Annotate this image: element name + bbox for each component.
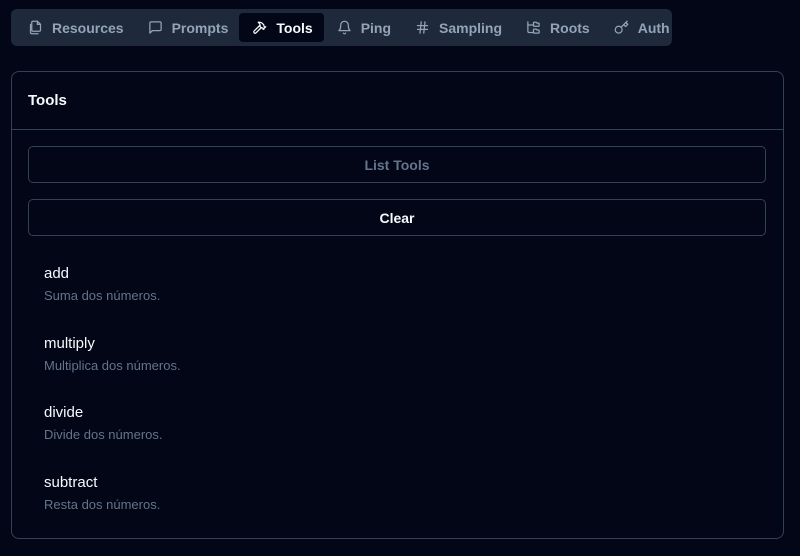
tool-name: multiply <box>44 334 95 352</box>
hash-icon <box>415 20 430 35</box>
tab-tools[interactable]: Tools <box>239 13 324 42</box>
message-square-icon <box>148 20 163 35</box>
hammer-icon <box>252 20 267 35</box>
tools-panel: Tools List Tools Clear add Suma dos núme… <box>11 71 784 539</box>
tool-name: subtract <box>44 473 98 491</box>
tab-label: Ping <box>360 19 392 36</box>
panel-title: Tools <box>12 72 783 130</box>
tab-auth[interactable]: Auth <box>601 13 681 42</box>
tool-item-subtract[interactable]: subtract Resta dos números. <box>44 473 181 543</box>
key-icon <box>614 20 629 35</box>
tool-description: Resta dos números. <box>44 496 161 512</box>
tab-label: Sampling <box>439 19 503 36</box>
tool-description: Divide dos números. <box>44 427 163 442</box>
tool-description: Suma dos números. <box>44 288 161 303</box>
tool-name: divide <box>44 404 84 421</box>
tab-label: Roots <box>550 19 590 36</box>
list-tools-button[interactable]: List Tools <box>28 146 766 183</box>
tab-label: Auth <box>637 19 670 36</box>
files-icon <box>28 20 43 35</box>
tool-name: add <box>44 265 70 282</box>
tool-item-add[interactable]: add Suma dos números. <box>44 264 181 334</box>
folder-tree-icon <box>526 20 541 35</box>
tool-item-divide[interactable]: divide Divide dos números. <box>44 403 181 473</box>
tab-resources[interactable]: Resources <box>15 13 135 42</box>
tab-sampling[interactable]: Sampling <box>402 13 513 42</box>
tab-label: Resources <box>52 19 124 36</box>
tab-roots[interactable]: Roots <box>513 13 601 42</box>
clear-button[interactable]: Clear <box>28 199 766 236</box>
bell-icon <box>337 20 352 35</box>
tab-ping[interactable]: Ping <box>324 13 402 42</box>
tool-description: Multiplica dos números. <box>44 357 181 373</box>
tab-bar: Resources Prompts Tools Ping Sampling Ro… <box>11 9 672 46</box>
tab-prompts[interactable]: Prompts <box>135 13 240 42</box>
tab-label: Prompts <box>171 19 229 36</box>
tab-label: Tools <box>276 19 313 36</box>
tool-item-multiply[interactable]: multiply Multiplica dos números. <box>44 334 181 404</box>
tool-list: add Suma dos números. multiply Multiplic… <box>44 264 181 542</box>
